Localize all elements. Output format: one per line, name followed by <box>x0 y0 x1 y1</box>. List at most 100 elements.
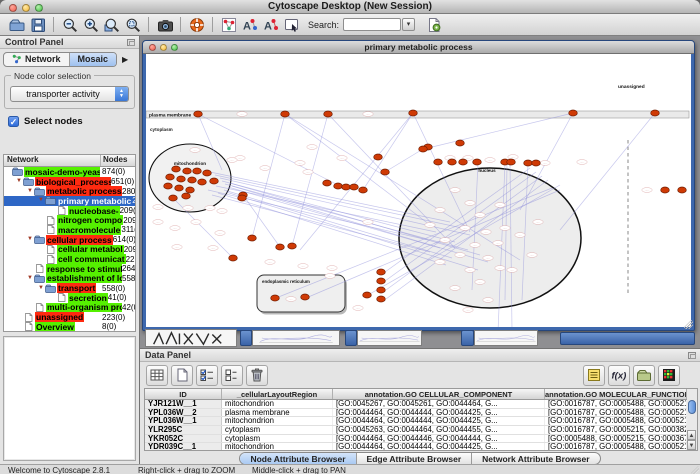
tree-row-macromolecule[interactable]: macromolecule311(0) <box>4 225 135 235</box>
minimized-window-edge[interactable] <box>345 330 357 346</box>
minimized-window-edge[interactable] <box>461 330 474 346</box>
network-node[interactable] <box>651 110 660 116</box>
tree-column-nodes[interactable]: Nodes <box>101 155 135 166</box>
tree-row-cellular-process[interactable]: ▼cellular process614(0) <box>4 235 135 245</box>
network-node[interactable] <box>419 146 428 152</box>
network-node[interactable] <box>248 235 257 241</box>
tree-expander-icon[interactable]: ▼ <box>37 196 45 205</box>
network-node[interactable] <box>363 292 372 298</box>
open-icon[interactable] <box>6 15 27 34</box>
network-node[interactable] <box>238 195 247 201</box>
zoom-in-icon[interactable] <box>80 15 101 34</box>
network-node[interactable] <box>456 140 465 146</box>
snapshot-icon[interactable] <box>154 15 175 34</box>
app-resize-grip[interactable] <box>691 466 699 474</box>
network-node[interactable] <box>377 296 386 302</box>
table-scrollbar[interactable]: ▲ ▼ <box>687 388 698 451</box>
help-icon[interactable] <box>186 15 207 34</box>
table-row[interactable]: YPL036W__2plasma membrane[GO:0044464, GO… <box>145 409 687 418</box>
zoom-fit-icon[interactable] <box>122 15 143 34</box>
network-node[interactable] <box>434 159 443 165</box>
vizmapper-b-icon[interactable]: A <box>260 15 281 34</box>
float-panel-icon[interactable] <box>688 352 696 359</box>
network-canvas[interactable]: plasma membranecytoplasmmitochondrionnuc… <box>146 54 691 327</box>
network-node[interactable] <box>359 187 368 193</box>
network-node[interactable] <box>448 159 457 165</box>
network-node[interactable] <box>377 287 386 293</box>
table-row[interactable]: YDR039C__1mitochondrion[GO:0044464, GO:0… <box>145 443 687 451</box>
network-node[interactable] <box>276 244 285 250</box>
tree-row-multi-organism-pro[interactable]: multi-organism pro42(0) <box>4 303 135 313</box>
table-column-header[interactable]: _cellularLayoutRegion <box>222 389 333 399</box>
zoom-out-icon[interactable] <box>59 15 80 34</box>
matrix-icon[interactable] <box>658 365 680 386</box>
network-node[interactable] <box>186 187 195 193</box>
table-row[interactable]: YJR121W__1mitochondrion[GO:0045267, GO:0… <box>145 400 687 409</box>
more-tabs-arrow[interactable]: ▶ <box>122 55 128 64</box>
select-nodes-checkbox[interactable]: ✓ <box>8 116 19 127</box>
tab-mosaic[interactable]: Mosaic <box>70 53 117 66</box>
network-node[interactable] <box>507 159 516 165</box>
network-node[interactable] <box>203 170 212 176</box>
save-icon[interactable] <box>27 15 48 34</box>
network-edge[interactable] <box>252 114 285 238</box>
network-node[interactable] <box>166 174 175 180</box>
network-node[interactable] <box>323 180 332 186</box>
network-node[interactable] <box>409 110 418 116</box>
network-edge[interactable] <box>385 149 423 172</box>
vizmapper-a-icon[interactable]: A <box>239 15 260 34</box>
minimized-window-edge[interactable] <box>560 332 695 345</box>
network-node[interactable] <box>301 294 310 300</box>
unselect-attributes-icon[interactable] <box>221 365 243 386</box>
table-row[interactable]: YKR052Ccytoplasm[GO:0044464, GO:0044446,… <box>145 435 687 444</box>
node-color-dropdown[interactable]: transporter activity ▲▼ <box>10 86 129 102</box>
label-list-icon[interactable] <box>583 365 605 386</box>
tree-row-nucleobase-[interactable]: nucleobase-209(0) <box>4 206 135 216</box>
import-attributes-icon[interactable] <box>633 365 655 386</box>
tree-column-network[interactable]: Network <box>4 155 101 166</box>
network-node[interactable] <box>177 176 186 182</box>
network-view-titlebar[interactable]: primary metabolic process <box>143 41 694 54</box>
network-node[interactable] <box>172 166 181 172</box>
network-node[interactable] <box>175 185 184 191</box>
network-node[interactable] <box>169 195 178 201</box>
network-node[interactable] <box>194 111 203 117</box>
network-node[interactable] <box>183 168 192 174</box>
network-node[interactable] <box>661 187 670 193</box>
tree-row-cell-communicat[interactable]: cell communicat22(0) <box>4 254 135 264</box>
network-node[interactable] <box>374 154 383 160</box>
tree-row-overview[interactable]: Overview8(0) <box>4 322 135 332</box>
tree-row-transport[interactable]: ▼transport558(0) <box>4 283 135 293</box>
table-row[interactable]: YLR295Ccytoplasm[GO:0045263, GO:0044464,… <box>145 426 687 435</box>
search-input[interactable] <box>343 18 401 31</box>
network-node[interactable] <box>678 187 687 193</box>
tree-row-cellular-metabol[interactable]: cellular metabol209(0) <box>4 245 135 255</box>
network-node[interactable] <box>350 184 359 190</box>
network-edge[interactable] <box>560 113 655 230</box>
tab-network-attribute-browser[interactable]: Network Attribute Browser <box>472 453 599 464</box>
tree-row-primary-metabolic[interactable]: ▼primary metabolic209(0) <box>4 196 135 206</box>
tab-edge-attribute-browser[interactable]: Edge Attribute Browser <box>357 453 473 464</box>
table-row[interactable]: YPL036W__1mitochondrion[GO:0044464, GO:0… <box>145 417 687 426</box>
network-node[interactable] <box>182 193 191 199</box>
network-node[interactable] <box>193 168 202 174</box>
tree-row-unassigned[interactable]: unassigned223(0) <box>4 312 135 322</box>
tree-expander-icon[interactable]: ▼ <box>37 284 45 293</box>
scroll-up-button[interactable]: ▲ <box>687 430 696 440</box>
minimized-window-fragment[interactable] <box>252 330 340 346</box>
zoom-selected-icon[interactable] <box>101 15 122 34</box>
network-node[interactable] <box>377 269 386 275</box>
network-node[interactable] <box>188 177 197 183</box>
network-edge[interactable] <box>212 195 430 252</box>
plugin-manager-icon[interactable] <box>423 15 444 34</box>
window-resize-grip[interactable] <box>684 320 693 329</box>
function-builder-icon[interactable]: f(x) <box>608 365 630 386</box>
tab-node-attribute-browser[interactable]: Node Attribute Browser <box>240 453 356 464</box>
new-attribute-icon[interactable] <box>171 365 193 386</box>
network-node[interactable] <box>324 111 333 117</box>
network-node[interactable] <box>381 169 390 175</box>
network-node[interactable] <box>288 243 297 249</box>
create-network-icon[interactable] <box>218 15 239 34</box>
float-panel-icon[interactable] <box>127 39 135 46</box>
network-node[interactable] <box>473 159 482 165</box>
